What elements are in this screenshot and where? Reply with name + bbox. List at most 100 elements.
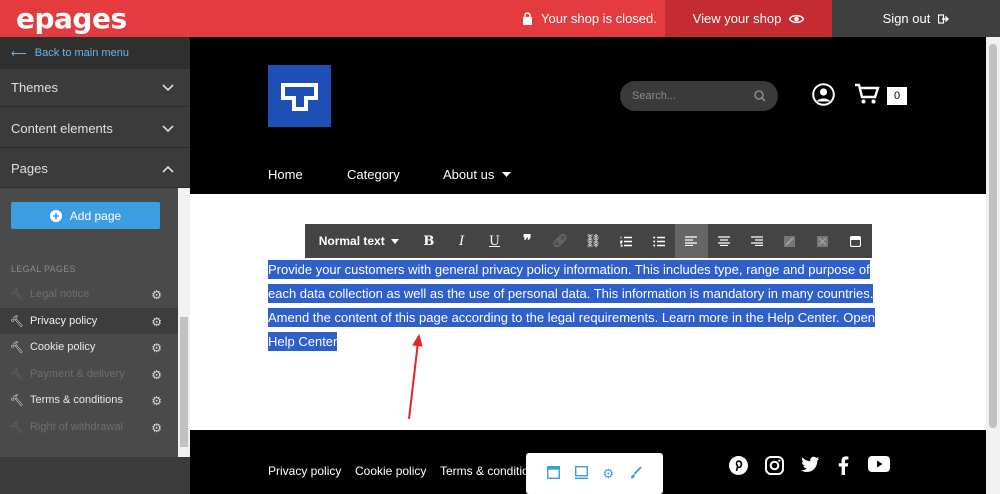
facebook-icon[interactable] [838,456,849,480]
gear-icon[interactable]: ⚙ [151,421,162,435]
hammer-icon: 🔨︎ [10,341,24,354]
insert-link-icon[interactable] [774,224,807,258]
ordered-list-icon[interactable] [609,224,642,258]
text-format-value: Normal text [318,234,385,248]
shop-status: Your shop is closed. [522,11,657,26]
content-line: Provide your customers with general priv… [268,260,870,279]
shop-logo[interactable] [268,65,331,127]
page-scroll-thumb[interactable] [989,44,997,428]
pinterest-icon[interactable] [729,456,748,480]
content-line: Help Center [268,332,338,351]
cart-count-badge: 0 [887,87,907,105]
section-label: Content elements [11,121,113,136]
gear-icon[interactable]: ⚙ [151,315,162,329]
plus-circle-icon [49,209,62,222]
html-embed-icon[interactable] [839,224,872,258]
twitter-icon[interactable] [801,456,820,478]
hammer-icon: 🔨︎ [10,421,24,434]
hammer-icon: 🔨︎ [10,368,24,381]
editable-content[interactable]: Provide your customers with general priv… [268,258,898,354]
view-shop-button[interactable]: View your shop [665,0,832,37]
view-shop-label: View your shop [692,11,782,26]
sidebar-scroll-thumb[interactable] [180,317,188,447]
page-item-right-of-withdrawal[interactable]: 🔨︎ Right of withdrawal ⚙ [0,414,178,440]
bullet-list-icon[interactable] [642,224,675,258]
top-bar: epages Your shop is closed. View your sh… [0,0,1000,37]
page-item-legal-notice[interactable]: 🔨︎ Legal notice ⚙ [0,281,178,307]
logo-mark-icon [281,83,318,111]
search-icon [754,90,766,102]
nav-about-us[interactable]: About us [443,167,512,182]
content-line: each data collection as well as the use … [268,284,874,303]
page-item-label: Privacy policy [29,315,98,327]
gear-icon[interactable]: ⚙ [151,368,162,382]
align-left-icon[interactable] [675,224,708,258]
text-format-select[interactable]: Normal text [305,224,412,258]
nav-category[interactable]: Category [347,167,400,182]
back-to-main-menu-link[interactable]: ⟵ Back to main menu [0,37,190,69]
nav-home[interactable]: Home [268,167,303,182]
caret-down-icon [390,238,399,244]
gear-icon[interactable]: ⚙ [151,394,162,408]
youtube-icon[interactable] [868,456,890,477]
chevron-up-icon [162,165,174,173]
floating-edit-bar: ⚙ [526,453,663,494]
sign-out-button[interactable]: Sign out [832,0,1000,37]
hammer-icon: 🔨︎ [10,394,24,407]
underline-icon[interactable]: U [478,224,511,258]
unlink-icon[interactable]: ⛓ [577,224,610,258]
cart-icon[interactable] [854,83,880,110]
arrow-left-icon: ⟵ [11,47,27,60]
gear-icon[interactable]: ⚙ [151,288,162,302]
sidebar-section-content-elements[interactable]: Content elements [0,110,190,148]
shop-status-text: Your shop is closed. [541,11,657,26]
gear-icon[interactable]: ⚙ [151,341,162,355]
add-page-button[interactable]: Add page [11,202,160,229]
layout-icon[interactable] [547,465,561,482]
page-item-payment-delivery[interactable]: 🔨︎ Payment & delivery ⚙ [0,361,178,387]
footer-link-privacy-policy[interactable]: Privacy policy [268,464,341,478]
bold-icon[interactable]: B [412,224,445,258]
footer-link-terms[interactable]: Terms & conditio [440,464,529,478]
shop-preview: Search... 0 Home Category About us Norma… [190,37,986,494]
align-right-icon[interactable] [741,224,774,258]
settings-cogs-icon[interactable]: ⚙ [602,466,614,482]
instagram-icon[interactable] [765,456,784,480]
page-item-label: Terms & conditions [29,394,123,406]
remove-link-icon[interactable] [806,224,839,258]
nav-about-us-label: About us [443,167,495,182]
epages-logo[interactable]: epages [16,2,127,35]
caret-down-icon [502,172,512,177]
sidebar: ⟵ Back to main menu Themes Content eleme… [0,37,190,494]
sign-out-label: Sign out [882,11,931,26]
hammer-icon: 🔨︎ [10,288,24,301]
lock-icon [523,12,532,25]
align-center-icon[interactable] [708,224,741,258]
page-item-label: Legal notice [29,288,90,300]
search-placeholder: Search... [632,90,677,102]
search-input[interactable]: Search... [620,81,778,111]
page-item-terms-conditions[interactable]: 🔨︎ Terms & conditions ⚙ [0,387,178,413]
quote-icon[interactable]: ❞ [511,224,544,258]
rich-text-toolbar: Normal text B I U ❞ 🔗︎ ⛓ [305,224,872,258]
add-page-label: Add page [69,208,122,223]
account-icon[interactable] [812,83,835,111]
link-icon[interactable]: 🔗︎ [544,224,577,258]
section-label: Pages [11,161,48,176]
sign-out-icon [938,13,950,24]
page-item-privacy-policy[interactable]: 🔨︎ Privacy policy ⚙ [0,308,178,334]
page-item-label: Right of withdrawal [29,421,123,433]
legal-pages-heading: LEGAL PAGES [11,264,76,274]
footer-link-cookie-policy[interactable]: Cookie policy [355,464,426,478]
content-line: Amend the content of this page according… [268,308,876,327]
screen-icon[interactable] [574,465,588,482]
italic-icon[interactable]: I [445,224,478,258]
back-label: Back to main menu [34,47,129,59]
sidebar-section-pages[interactable]: Pages [0,150,190,188]
page-item-label: Payment & delivery [29,368,125,380]
sidebar-section-themes[interactable]: Themes [0,69,190,107]
eye-icon [789,14,805,23]
page-item-cookie-policy[interactable]: 🔨︎ Cookie policy ⚙ [0,334,178,360]
page-item-label: Cookie policy [29,341,96,353]
brush-icon[interactable] [629,465,642,482]
